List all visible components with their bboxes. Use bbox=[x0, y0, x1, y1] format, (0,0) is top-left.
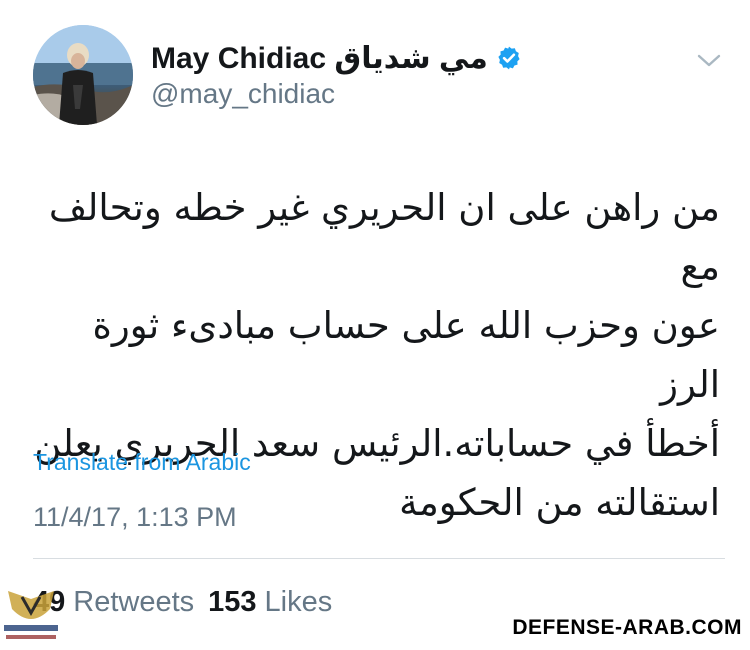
watermark-site: DEFENSE-ARAB.COM bbox=[512, 616, 742, 639]
tweet-menu-button[interactable] bbox=[694, 48, 724, 72]
tweet-stats: 49 Retweets 153 Likes bbox=[33, 586, 338, 619]
retweets-label[interactable]: Retweets bbox=[73, 586, 194, 619]
tweet-text: من راهن على ان الحريري غير خطه وتحالف مع… bbox=[34, 186, 720, 524]
chevron-down-icon bbox=[697, 54, 721, 67]
avatar[interactable] bbox=[33, 25, 133, 125]
translate-link[interactable]: Translate from Arabic bbox=[33, 449, 251, 476]
avatar-photo bbox=[33, 25, 133, 125]
verified-badge-icon bbox=[496, 45, 522, 71]
display-name[interactable]: May Chidiac مي شدياق bbox=[151, 41, 488, 76]
likes-label[interactable]: Likes bbox=[265, 586, 333, 619]
likes-count[interactable]: 153 bbox=[208, 586, 256, 619]
tweet-timestamp[interactable]: 11/4/17, 1:13 PM bbox=[33, 502, 237, 533]
watermark-logo bbox=[0, 585, 62, 645]
divider bbox=[33, 558, 725, 559]
user-handle[interactable]: @may_chidiac bbox=[151, 78, 335, 110]
user-name-row[interactable]: May Chidiac مي شدياق bbox=[151, 38, 522, 78]
